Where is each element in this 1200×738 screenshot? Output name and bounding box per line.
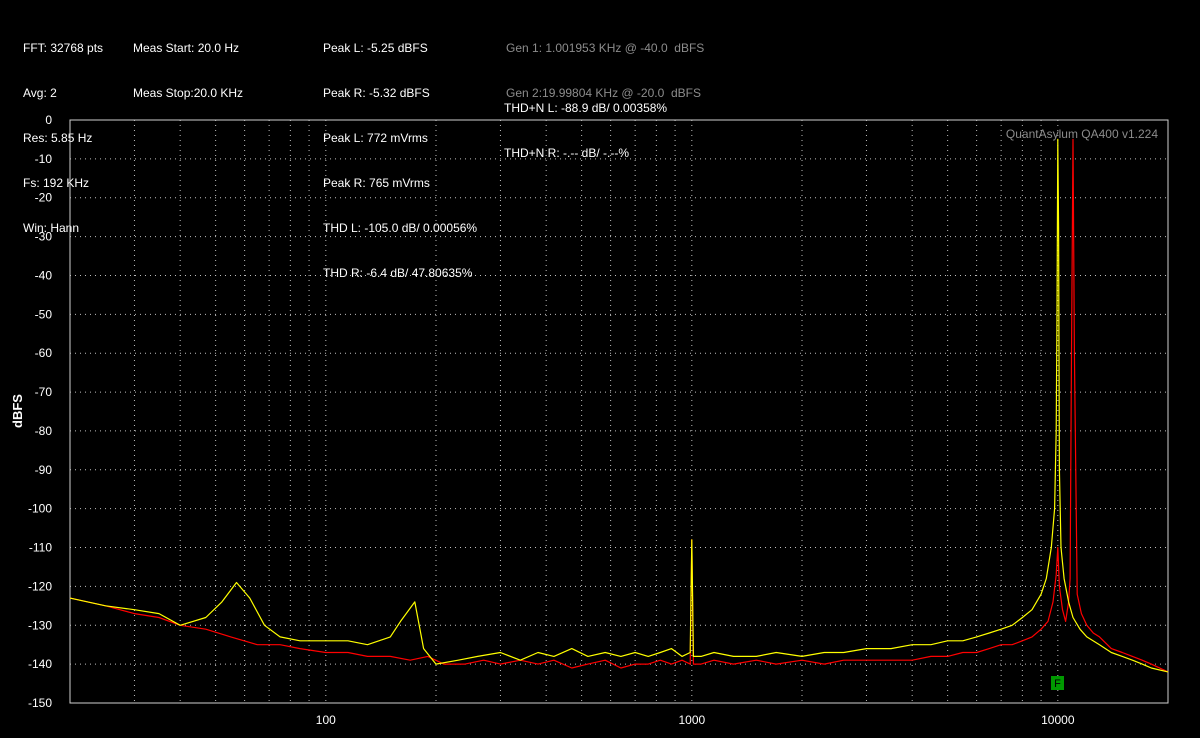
x-tick-label: 10000	[1041, 713, 1075, 727]
y-tick-label: -130	[28, 618, 52, 632]
y-tick-label: -30	[35, 230, 53, 244]
series-line-red	[69, 138, 1169, 673]
y-tick-label: -70	[35, 385, 53, 399]
y-tick-label: -150	[28, 696, 52, 710]
series-layer	[69, 138, 1169, 673]
x-tick-label: 1000	[678, 713, 705, 727]
watermark: QuantAsylum QA400 v1.224	[1006, 127, 1158, 141]
x-tick-label: 100	[316, 713, 336, 727]
y-tick-label: -10	[35, 152, 53, 166]
marker-f[interactable]: F	[1051, 676, 1064, 690]
series-line-yellow	[69, 138, 1169, 673]
tick-labels: 0 -10 -20 -30 -40 -50 -60 -70 -80 -90 -100 -110 -120…	[28, 113, 1075, 727]
spectrum-plot: 0 -10 -20 -30 -40 -50 -60 -70 -80 -90 -100 -110 -120…	[10, 113, 1169, 727]
y-tick-label: -80	[35, 424, 53, 438]
y-tick-label: -40	[35, 268, 53, 282]
y-tick-label: -20	[35, 191, 53, 205]
grid	[70, 120, 1168, 703]
y-tick-label: -90	[35, 463, 53, 477]
y-tick-label: 0	[45, 113, 52, 127]
y-tick-label: -50	[35, 307, 53, 321]
y-tick-label: -140	[28, 657, 52, 671]
y-tick-label: -120	[28, 579, 52, 593]
y-axis-label: dBFS	[10, 394, 25, 428]
y-tick-label: -60	[35, 346, 53, 360]
marker-f-label: F	[1054, 678, 1061, 690]
y-tick-label: -100	[28, 502, 52, 516]
plot-frame	[69, 119, 1169, 704]
axes	[69, 119, 1169, 704]
y-tick-label: -110	[29, 541, 52, 555]
